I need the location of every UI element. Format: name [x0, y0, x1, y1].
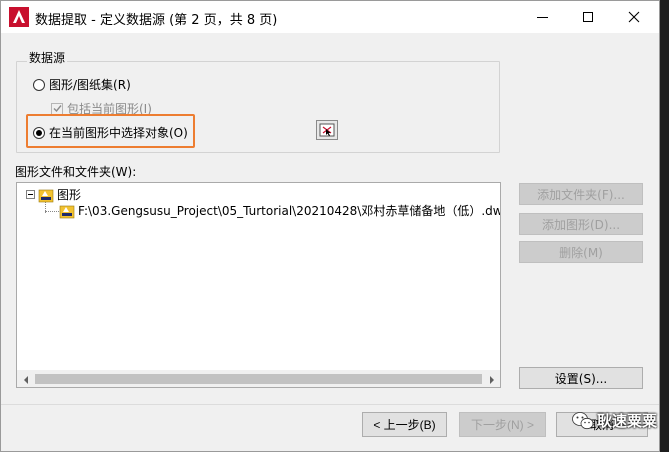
maximize-button[interactable]	[565, 1, 611, 33]
back-button[interactable]: < 上一步(B)	[362, 412, 447, 437]
wechat-icon	[572, 411, 594, 429]
watermark: 耿速粟粟	[572, 410, 657, 431]
radio-select-circle[interactable]	[33, 126, 45, 139]
tree-node-dwg-file[interactable]: F:\03.Gengsusu_Project\05_Turtorial\2021…	[59, 202, 501, 219]
footer-separator	[1, 404, 659, 405]
check-icon	[53, 105, 62, 113]
minimize-button[interactable]	[519, 1, 565, 33]
tree-node-drawings-label: 图形	[57, 188, 82, 202]
files-tree-view[interactable]: 图形 F:\03.Gengsusu_Project\05_Turtorial\2…	[16, 182, 501, 388]
horizontal-scrollbar[interactable]	[17, 370, 500, 387]
scroll-thumb[interactable]	[35, 374, 482, 384]
add-folder-button[interactable]: 添加文件夹(F)...	[519, 183, 643, 205]
maximize-icon	[583, 12, 593, 22]
close-icon	[628, 11, 640, 23]
files-folders-label: 图形文件和文件夹(W):	[15, 165, 137, 179]
data-extraction-dialog: 数据提取 - 定义数据源 (第 2 页，共 8 页) 数据源 图形/图纸集(R)…	[0, 0, 660, 452]
radio-drawings-sheetset[interactable]: 图形/图纸集(R)	[33, 76, 131, 93]
remove-button[interactable]: 删除(M)	[519, 241, 643, 263]
collapse-icon[interactable]	[26, 190, 35, 199]
autocad-app-icon	[9, 7, 29, 27]
chevron-right-icon	[489, 375, 494, 384]
scroll-left-button[interactable]	[17, 371, 34, 387]
include-current-box[interactable]	[51, 102, 63, 115]
watermark-text: 耿速粟粟	[597, 412, 658, 430]
background-strip	[660, 0, 669, 452]
next-button[interactable]: 下一步(N) >	[459, 412, 546, 437]
chevron-left-icon	[23, 375, 28, 384]
drawings-folder-icon	[38, 189, 54, 202]
scroll-right-button[interactable]	[483, 371, 500, 387]
radio-select-label: 在当前图形中选择对象(O)	[49, 126, 188, 140]
window-title: 数据提取 - 定义数据源 (第 2 页，共 8 页)	[35, 13, 278, 28]
settings-button[interactable]: 设置(S)...	[519, 367, 643, 389]
dwg-file-icon	[59, 205, 75, 218]
tree-connector	[45, 211, 59, 212]
data-source-group-label: 数据源	[27, 49, 68, 66]
radio-drawings-circle[interactable]	[33, 78, 45, 91]
close-button[interactable]	[611, 1, 657, 33]
radio-drawings-label: 图形/图纸集(R)	[49, 78, 131, 92]
tree-node-dwg-file-label: F:\03.Gengsusu_Project\05_Turtorial\2021…	[78, 204, 501, 218]
select-objects-icon	[319, 123, 335, 137]
radio-select-objects[interactable]: 在当前图形中选择对象(O)	[33, 124, 188, 141]
tree-node-drawings[interactable]: 图形	[26, 186, 81, 203]
select-objects-button[interactable]	[316, 120, 338, 140]
add-drawings-button[interactable]: 添加图形(D)...	[519, 213, 643, 235]
minimize-icon	[536, 16, 548, 18]
title-bar: 数据提取 - 定义数据源 (第 2 页，共 8 页)	[1, 1, 659, 33]
